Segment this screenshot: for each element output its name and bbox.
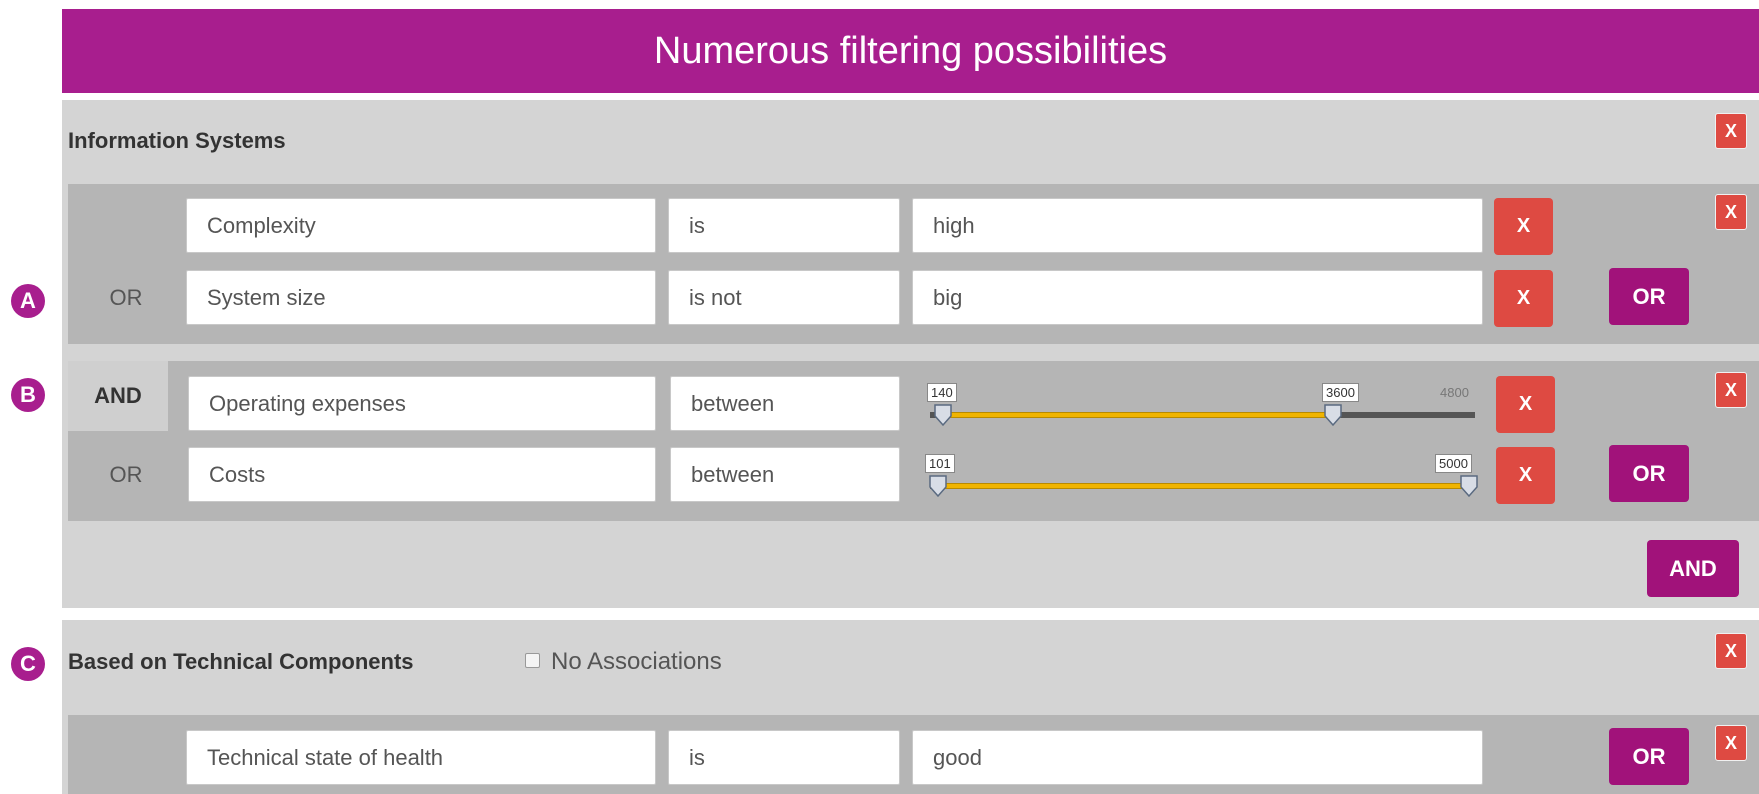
no-associations-checkbox[interactable] <box>525 653 540 668</box>
attribute-field[interactable]: Technical state of health <box>186 730 656 785</box>
slider-handle-low[interactable] <box>934 404 952 426</box>
value-field[interactable]: high <box>912 198 1483 253</box>
slider-handle-high[interactable] <box>1324 404 1342 426</box>
or-button[interactable]: OR <box>1609 445 1689 502</box>
no-associations-label: No Associations <box>551 648 722 675</box>
remove-section-button[interactable]: X <box>1715 633 1747 669</box>
operator-field[interactable]: between <box>670 376 900 431</box>
remove-group-button[interactable]: X <box>1715 372 1747 408</box>
and-button[interactable]: AND <box>1647 540 1739 597</box>
or-connector-label: OR <box>109 461 143 487</box>
filter-section-information-systems <box>62 100 1759 608</box>
slider-handle-low[interactable] <box>929 475 947 497</box>
slider-fill <box>943 412 1333 418</box>
attribute-field[interactable]: Operating expenses <box>188 376 656 431</box>
operator-field[interactable]: is <box>668 198 900 253</box>
slider-range-max: 4800 <box>1440 385 1469 400</box>
marker-b: B <box>11 378 45 412</box>
remove-row-button[interactable]: X <box>1496 376 1555 433</box>
range-slider[interactable]: 101 5000 <box>925 449 1480 509</box>
operator-field[interactable]: is not <box>668 270 900 325</box>
marker-c: C <box>11 647 45 681</box>
remove-row-button[interactable]: X <box>1494 270 1553 327</box>
operator-field[interactable]: is <box>668 730 900 785</box>
banner-title: Numerous filtering possibilities <box>62 9 1759 93</box>
range-slider[interactable]: 140 3600 4800 <box>925 378 1480 438</box>
slider-min-value: 140 <box>927 383 957 402</box>
remove-group-button[interactable]: X <box>1715 194 1747 230</box>
section-title: Based on Technical Components <box>68 649 414 674</box>
remove-row-button[interactable]: X <box>1496 447 1555 504</box>
slider-handle-high[interactable] <box>1460 475 1478 497</box>
attribute-field[interactable]: Costs <box>188 447 656 502</box>
slider-min-value: 101 <box>925 454 955 473</box>
value-field[interactable]: big <box>912 270 1483 325</box>
remove-group-button[interactable]: X <box>1715 725 1747 761</box>
operator-field[interactable]: between <box>670 447 900 502</box>
remove-row-button[interactable]: X <box>1494 198 1553 255</box>
section-title: Information Systems <box>68 128 286 153</box>
slider-max-value: 5000 <box>1435 454 1472 473</box>
or-button[interactable]: OR <box>1609 268 1689 325</box>
attribute-field[interactable]: System size <box>186 270 656 325</box>
value-field[interactable]: good <box>912 730 1483 785</box>
slider-fill <box>939 483 1467 489</box>
marker-a: A <box>11 284 45 318</box>
remove-section-button[interactable]: X <box>1715 113 1747 149</box>
attribute-field[interactable]: Complexity <box>186 198 656 253</box>
or-button[interactable]: OR <box>1609 728 1689 785</box>
and-connector-label: AND <box>68 361 168 431</box>
slider-max-value: 3600 <box>1322 383 1359 402</box>
or-connector-label: OR <box>109 284 143 310</box>
